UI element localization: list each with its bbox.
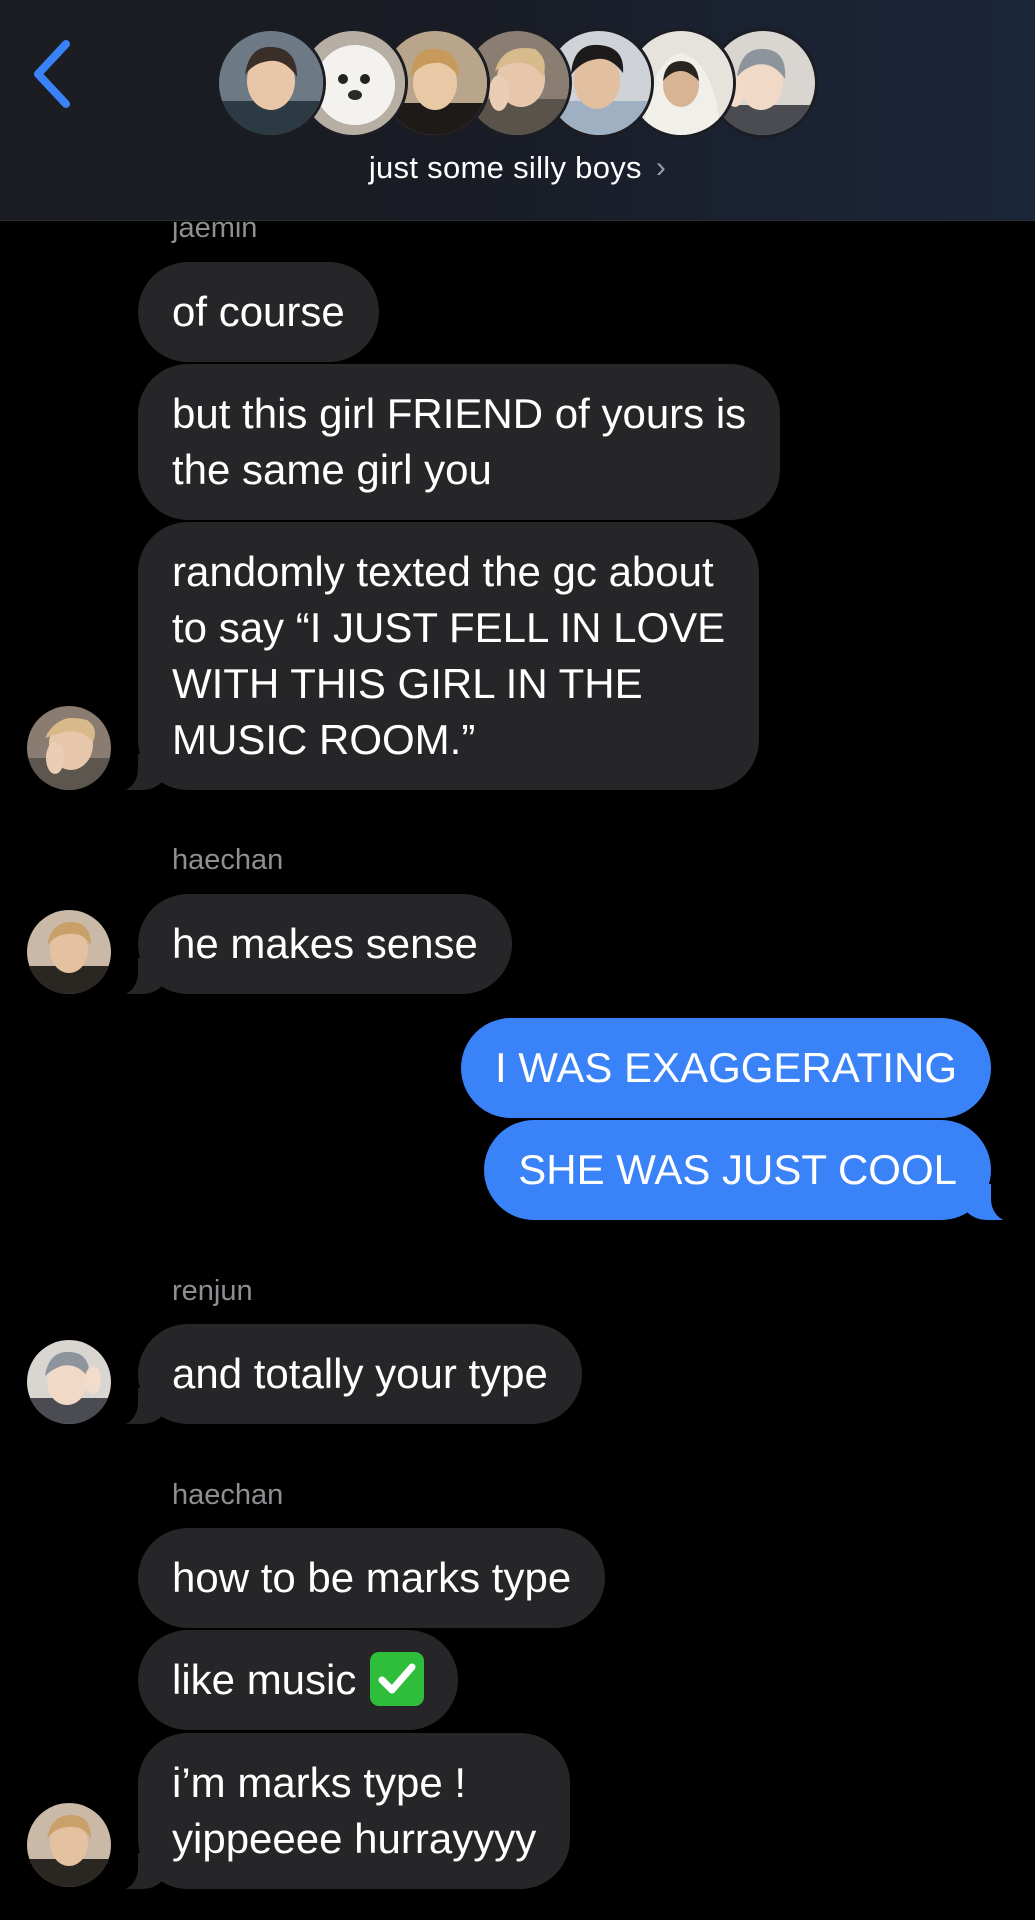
message-bubble[interactable]: i’m marks type ! yippeeee hurrayyyy (111, 1733, 571, 1890)
message-text: of course (172, 288, 345, 335)
message-bubble[interactable]: how to be marks type (138, 1528, 606, 1628)
chat-screen: jaemin of course but this girl FRIEND of… (0, 0, 1035, 1920)
back-button[interactable] (22, 34, 82, 114)
avatar-photo-icon (27, 910, 111, 994)
avatar-jaemin[interactable] (27, 706, 111, 790)
avatar-haechan[interactable] (27, 910, 111, 994)
message-text: SHE WAS JUST COOL (518, 1146, 957, 1193)
message-text: randomly texted the gc about (172, 548, 714, 595)
message-text: I WAS EXAGGERATING (494, 1044, 957, 1091)
avatar-renjun[interactable] (27, 1340, 111, 1424)
message-text: WITH THIS GIRL IN THE (172, 660, 643, 707)
chevron-right-icon: › (655, 151, 667, 184)
message-bubble[interactable]: like music (138, 1630, 459, 1730)
message-bubble[interactable]: he makes sense (112, 894, 512, 995)
message-text: the same girl you (172, 446, 492, 493)
message-text: and totally your type (172, 1350, 548, 1397)
group-avatars[interactable] (216, 28, 836, 142)
avatar-photo-icon (27, 1803, 111, 1887)
message-bubble[interactable]: randomly texted the gc about to say “I J… (111, 522, 760, 791)
message-bubble[interactable]: of course (138, 262, 379, 362)
message-bubble-outgoing[interactable]: SHE WAS JUST COOL (484, 1120, 1017, 1221)
message-text: yippeeee hurrayyyy (172, 1815, 537, 1862)
avatar-photo-icon (27, 706, 111, 790)
sender-label-renjun: renjun (172, 1275, 253, 1307)
message-text: i’m marks type ! (172, 1759, 467, 1806)
message-text: MUSIC ROOM.” (172, 716, 476, 763)
group-name: just some silly boys (368, 150, 642, 185)
group-name-button[interactable]: just some silly boys › (0, 150, 1035, 186)
group-member-avatar (216, 28, 326, 138)
message-text: like music (172, 1652, 425, 1708)
message-text: he makes sense (172, 920, 478, 967)
avatar-haechan[interactable] (27, 1803, 111, 1887)
message-text-part: like music (172, 1656, 357, 1703)
check-mark-button-emoji-icon (370, 1652, 425, 1706)
message-list[interactable]: jaemin of course but this girl FRIEND of… (0, 0, 1035, 1920)
message-text: how to be marks type (172, 1554, 572, 1601)
sender-label-haechan: haechan (172, 1479, 284, 1511)
conversation-header: just some silly boys › (0, 0, 1035, 221)
message-text: but this girl FRIEND of yours is (172, 390, 747, 437)
message-text: to say “I JUST FELL IN LOVE (172, 604, 726, 651)
sender-label-haechan: haechan (172, 844, 284, 876)
message-bubble[interactable]: and totally your type (112, 1324, 582, 1425)
avatar-photo-icon (27, 1340, 111, 1424)
message-bubble-outgoing[interactable]: I WAS EXAGGERATING (460, 1018, 991, 1118)
chevron-left-icon (34, 40, 70, 108)
message-bubble[interactable]: but this girl FRIEND of yours is the sam… (138, 364, 781, 520)
